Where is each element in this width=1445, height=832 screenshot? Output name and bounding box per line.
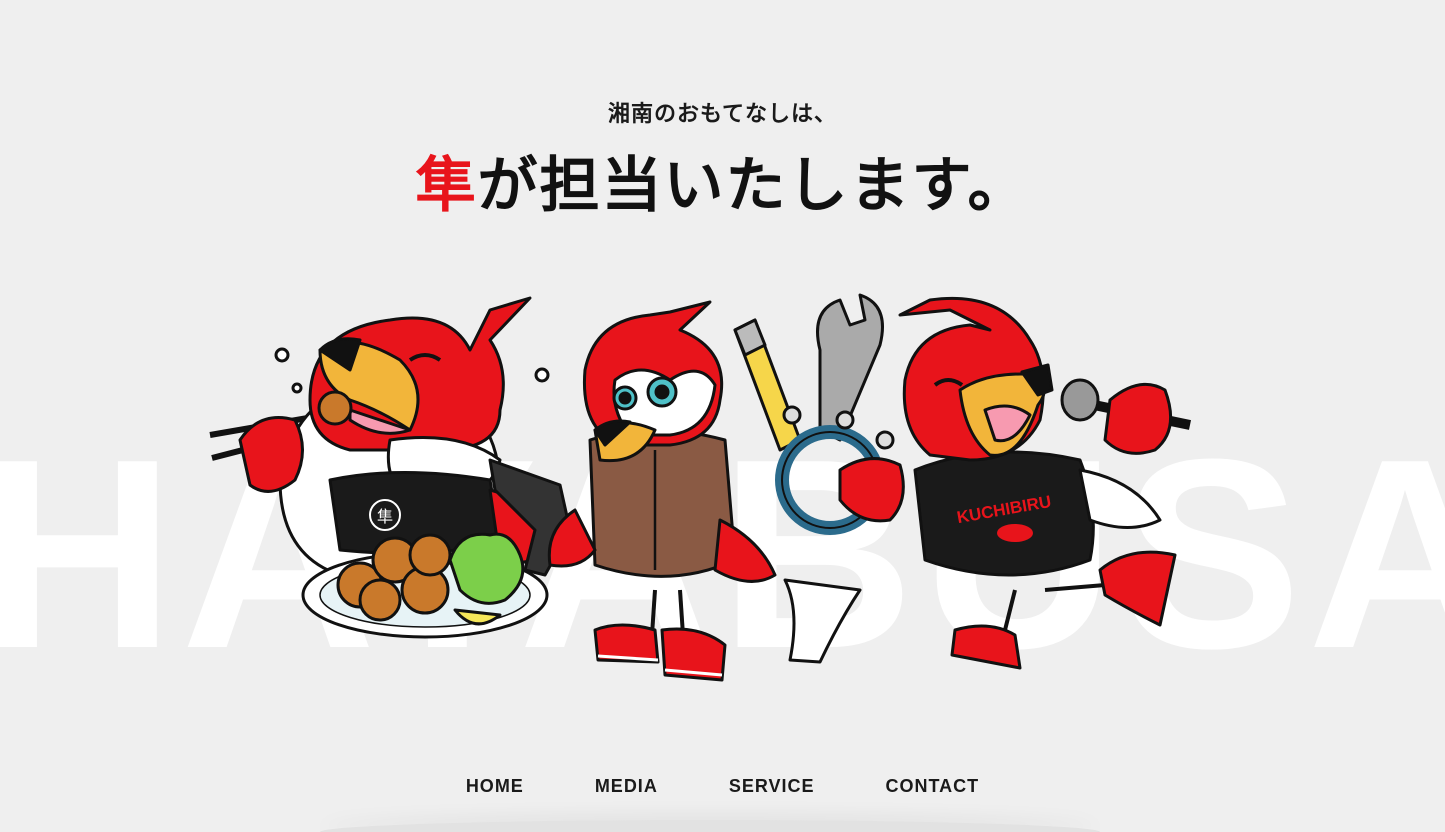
nav-media[interactable]: MEDIA	[595, 772, 658, 801]
hero-section: HAYABUSA 湘南のおもてなしは、 隼が担当いたします。 隼	[0, 0, 1445, 832]
mascot-illustration: 隼 KUCHIBIRU	[209, 293, 1192, 682]
hero-headline: 隼が担当いたします。	[0, 148, 1445, 224]
nav-home[interactable]: HOME	[466, 772, 524, 801]
nav-spacer	[524, 772, 595, 801]
main-nav: HOME MEDIA SERVICE CONTACT	[0, 772, 1445, 801]
nav-spacer	[815, 772, 886, 801]
mascot-middle-worker	[488, 300, 777, 682]
headline-text: が担当いたします。	[477, 151, 1030, 221]
mascot-right-singer: KUCHIBIRU	[838, 296, 1192, 670]
nav-spacer	[658, 772, 729, 801]
nav-contact[interactable]: CONTACT	[886, 772, 980, 801]
hero-subtitle: 湘南のおもてなしは、	[607, 102, 838, 127]
shirt-emblem: 隼	[377, 507, 393, 526]
headline-accent: 隼	[415, 151, 478, 221]
nav-service[interactable]: SERVICE	[729, 772, 815, 801]
